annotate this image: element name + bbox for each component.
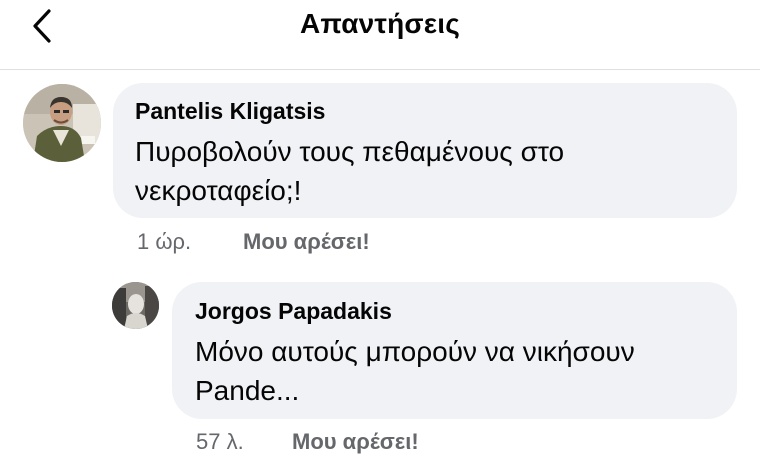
comment-author[interactable]: Jorgos Papadakis (195, 298, 392, 325)
comment-text-line: Pande... (195, 375, 300, 406)
top-bar: Απαντήσεις (0, 0, 760, 70)
comment-text-line: Μόνο αυτούς μπορούν να νικήσουν (195, 336, 635, 367)
like-button[interactable]: Μου αρέσει! (243, 229, 370, 255)
comment-author[interactable]: Pantelis Kligatsis (135, 98, 325, 125)
avatar[interactable] (112, 282, 159, 329)
comment-text-line: Πυροβολούν τους πεθαμένους στο (135, 136, 565, 167)
comment-text-line: νεκροταφείο;! (135, 175, 302, 206)
page-title: Απαντήσεις (299, 8, 461, 39)
comment-timestamp[interactable]: 57 λ. (196, 429, 244, 455)
avatar[interactable] (23, 84, 101, 162)
like-button[interactable]: Μου αρέσει! (292, 429, 419, 455)
comment-timestamp[interactable]: 1 ώρ. (137, 229, 191, 255)
